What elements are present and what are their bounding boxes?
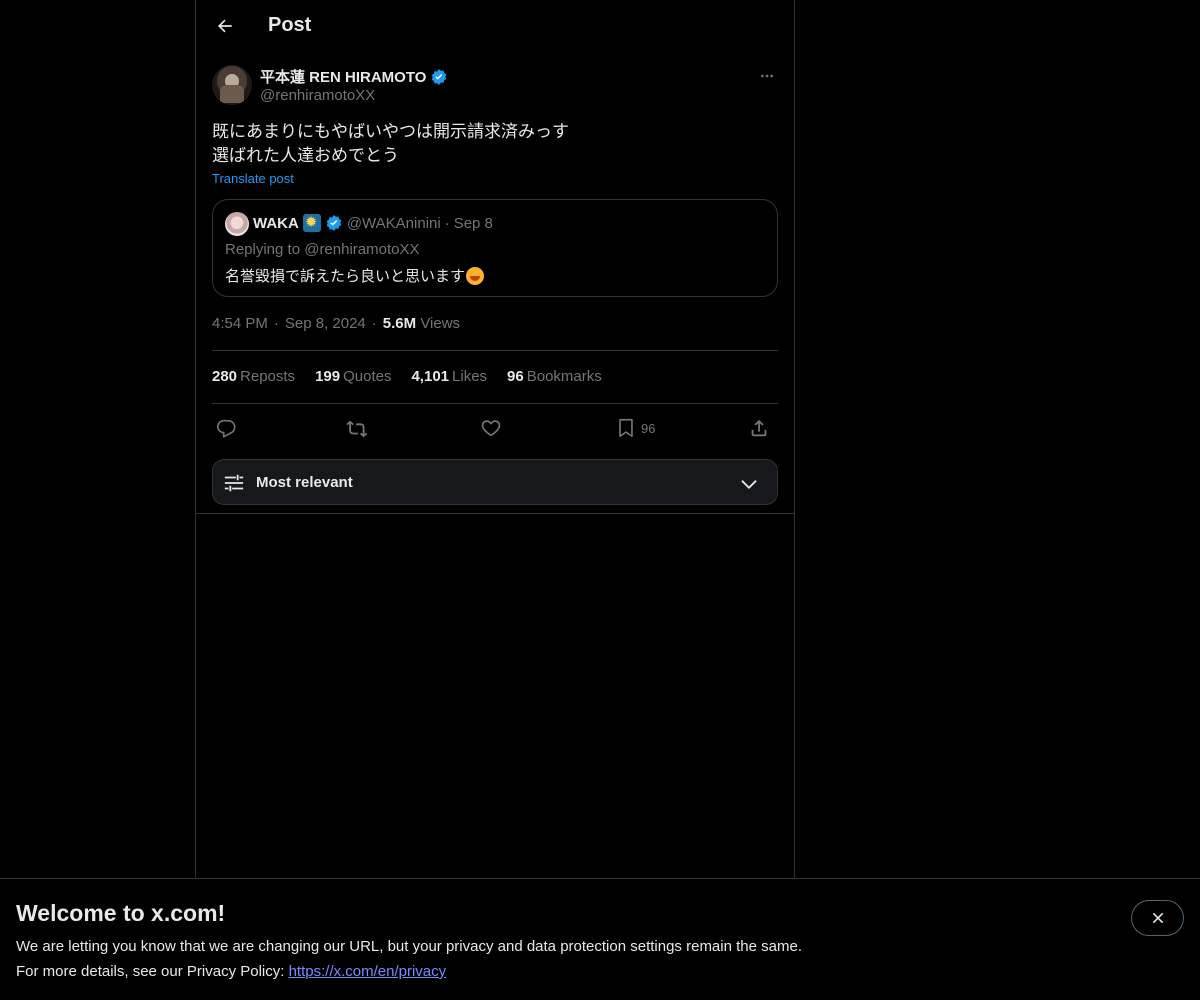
quotes-stat[interactable]: 199 Quotes	[315, 368, 391, 385]
back-button[interactable]	[208, 9, 242, 43]
separator-dot: ·	[273, 315, 279, 332]
reply-button[interactable]	[215, 412, 237, 444]
close-icon	[1152, 912, 1163, 924]
bookmarks-label: Bookmarks	[526, 368, 602, 385]
privacy-policy-link[interactable]: https://x.com/en/privacy	[289, 963, 447, 980]
bookmark-icon	[619, 418, 633, 438]
divider	[212, 350, 778, 351]
bookmarks-count: 96	[507, 368, 524, 385]
views-count: 5.6M	[382, 315, 417, 332]
close-banner-button[interactable]	[1131, 900, 1184, 936]
repost-icon	[346, 420, 368, 438]
share-icon	[751, 419, 767, 437]
quoted-post[interactable]: WAKA @WAKAninini · Sep 8 Replying to @re…	[212, 199, 778, 297]
reply-sort-dropdown[interactable]: Most relevant	[212, 459, 778, 505]
likes-label: Likes	[452, 368, 488, 385]
bookmarks-stat[interactable]: 96 Bookmarks	[507, 368, 602, 385]
more-icon	[761, 74, 773, 78]
translate-post-link[interactable]: Translate post	[212, 171, 294, 186]
quoted-header: WAKA @WAKAninini · Sep 8	[253, 213, 493, 232]
quotes-label: Quotes	[343, 368, 392, 385]
separator-dot: ·	[371, 315, 377, 332]
fireworks-emoji	[302, 213, 321, 232]
post-meta: 4:54 PM · Sep 8, 2024 · 5.6M Views	[212, 315, 460, 332]
reply-icon	[216, 419, 236, 438]
quoted-date: Sep 8	[453, 214, 493, 232]
banner-title: Welcome to x.com!	[16, 900, 226, 926]
views-label: Views	[420, 315, 461, 332]
separator-dot: ·	[444, 214, 450, 232]
quoted-text-content: 名誉毀損で訴えたら良いと思います	[225, 268, 466, 285]
post-actions: 96	[212, 412, 778, 444]
share-button[interactable]	[748, 412, 770, 444]
reposts-label: Reposts	[240, 368, 296, 385]
banner-message: We are letting you know that we are chan…	[16, 938, 802, 955]
more-button[interactable]	[756, 65, 778, 87]
page-header: Post	[196, 0, 794, 53]
post-text: 既にあまりにもやばいやつは開示請求済みっす 選ばれた人達おめでとう	[212, 122, 569, 165]
repost-button[interactable]	[346, 412, 368, 444]
main-column: Post 平本蓮 REN HIRAMOTO @renhiramotoXX 既にあ…	[195, 0, 795, 878]
verified-badge-icon	[432, 68, 447, 85]
likes-stat[interactable]: 4,101 Likes	[411, 368, 487, 385]
divider	[212, 403, 778, 404]
views: 5.6M Views	[383, 315, 460, 332]
like-icon	[481, 420, 501, 437]
reposts-stat[interactable]: 280 Reposts	[212, 368, 295, 385]
quoted-author-name: WAKA	[253, 214, 299, 232]
post-stats: 280 Reposts 199 Quotes 4,101 Likes 96 Bookma…	[212, 368, 602, 385]
quoted-handle: @WAKAninini	[346, 214, 441, 232]
angry-face-emoji	[466, 266, 485, 285]
chevron-down-icon	[741, 480, 757, 490]
quotes-count: 199	[315, 368, 341, 385]
post-time[interactable]: 4:54 PM	[212, 315, 268, 332]
replying-to: Replying to @renhiramotoXX	[225, 241, 420, 258]
verified-badge-icon	[326, 215, 342, 231]
banner-details: For more details, see our Privacy Policy…	[16, 963, 446, 980]
sort-label: Most relevant	[256, 474, 353, 491]
reposts-count: 280	[212, 368, 238, 385]
author-name-text[interactable]: 平本蓮 REN HIRAMOTO	[260, 66, 426, 87]
post-author: 平本蓮 REN HIRAMOTO @renhiramotoXX	[212, 65, 778, 107]
author-handle[interactable]: @renhiramotoXX	[260, 87, 375, 104]
avatar[interactable]	[212, 65, 252, 105]
bookmark-count: 96	[641, 420, 656, 436]
page-title: Post	[268, 14, 312, 36]
bookmark-button[interactable]: 96	[615, 412, 655, 444]
likes-count: 4,101	[411, 368, 450, 385]
arrow-left-icon	[217, 19, 232, 33]
like-button[interactable]	[480, 412, 502, 444]
author-name[interactable]: 平本蓮 REN HIRAMOTO	[260, 66, 448, 87]
welcome-banner: Welcome to x.com! We are letting you kno…	[0, 878, 1200, 1000]
sliders-icon	[224, 474, 244, 492]
post-date[interactable]: Sep 8, 2024	[285, 315, 366, 332]
divider	[196, 513, 794, 514]
quoted-avatar	[225, 212, 249, 236]
quoted-text: 名誉毀損で訴えたら良いと思います	[225, 265, 485, 286]
banner-details-text: For more details, see our Privacy Policy…	[16, 963, 289, 980]
